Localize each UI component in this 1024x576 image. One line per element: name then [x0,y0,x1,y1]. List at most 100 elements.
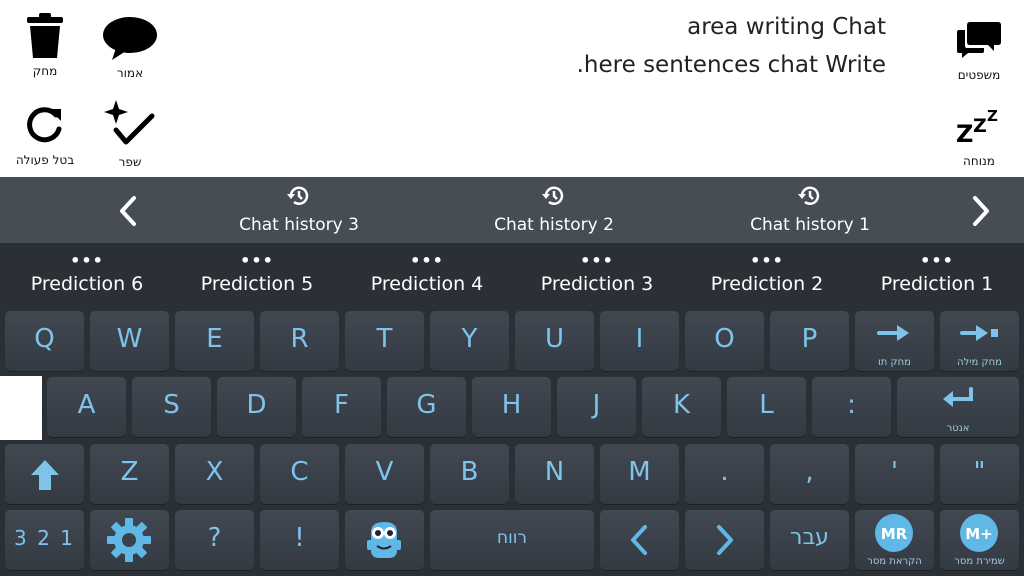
delete-char-key[interactable]: מחק תו [855,311,934,371]
key-a[interactable]: A [47,377,126,437]
svg-text:Z: Z [987,107,998,125]
key-x[interactable]: X [175,444,254,504]
prediction-3[interactable]: ••• Prediction 3 [512,251,682,296]
history-item-1[interactable]: Chat history 1 [710,183,910,235]
mascot-key[interactable] [345,510,424,570]
prediction-1[interactable]: ••• Prediction 1 [852,251,1022,296]
history-clock-icon [287,186,309,205]
key-z[interactable]: Z [90,444,169,504]
prediction-2[interactable]: ••• Prediction 2 [682,251,852,296]
space-key[interactable]: רווח [430,510,594,570]
read-message-key[interactable]: MR הקראת מסר [855,510,934,570]
history-clock-icon [798,186,820,205]
key-v[interactable]: V [345,444,424,504]
trash-icon [27,13,63,58]
rest-button[interactable]: Z Z Z מנוחה [939,106,1019,168]
improve-button[interactable]: שפר [90,98,170,169]
key-m[interactable]: M [600,444,679,504]
svg-text:Z: Z [973,115,987,137]
rest-label: מנוחה [963,154,995,168]
key-g[interactable]: G [387,377,466,437]
key-i[interactable]: I [600,311,679,371]
delete-word-key[interactable]: מחק מילה [940,311,1019,371]
chevron-right-icon [973,196,989,226]
say-label: אמור [116,66,144,80]
shift-arrow-icon [31,460,59,490]
key-o[interactable]: O [685,311,764,371]
owl-mascot-icon [367,522,401,558]
sentences-button[interactable]: משפטים [939,20,1019,82]
key-l[interactable]: L [727,377,806,437]
mr-circle-icon: MR [875,514,913,552]
more-dots-icon: ••• [410,251,444,270]
key-colon[interactable]: : [812,377,891,437]
prediction-5[interactable]: ••• Prediction 5 [172,253,342,296]
key-s[interactable]: S [132,377,211,437]
settings-key[interactable] [90,510,169,570]
selection-highlight [0,376,42,440]
delete-label: מחק [32,64,58,78]
cursor-left-key[interactable] [600,510,679,570]
key-d[interactable]: D [217,377,296,437]
sentences-label: משפטים [957,68,1001,82]
key-t[interactable]: T [345,311,424,371]
enter-key[interactable]: אנטר [897,377,1019,437]
chat-line-1: area writing Chat [687,14,886,40]
key-quote[interactable]: " [940,444,1019,504]
chat-history-bar: Chat history 3 Chat history 2 Chat histo… [0,177,1024,243]
chevron-left-icon [120,196,136,226]
speech-bubble-icon [103,17,157,60]
key-j[interactable]: J [557,377,636,437]
delete-button[interactable]: מחק [5,12,85,78]
history-clock-icon [542,186,564,205]
key-period[interactable]: . [685,444,764,504]
history-prev-button[interactable] [116,194,140,232]
chat-bubbles-icon [957,22,1001,58]
key-y[interactable]: Y [430,311,509,371]
save-message-key[interactable]: M+ שמירת מסר [940,510,1019,570]
chat-writing-area[interactable]: area writing Chat .here sentences chat W… [326,8,886,84]
history-item-3[interactable]: Chat history 3 [199,183,399,235]
key-b[interactable]: B [430,444,509,504]
history-next-button[interactable] [969,194,993,232]
more-dots-icon: ••• [750,251,784,270]
key-h[interactable]: H [472,377,551,437]
enter-arrow-icon [943,387,973,407]
exclaim-key[interactable]: ! [260,510,339,570]
key-c[interactable]: C [260,444,339,504]
key-w[interactable]: W [90,311,169,371]
arrow-right-bar-icon [960,325,998,341]
history-label: Chat history 3 [239,215,359,235]
m-plus-circle-icon: M+ [960,514,998,552]
key-q[interactable]: Q [5,311,84,371]
prediction-4[interactable]: ••• Prediction 4 [342,251,512,296]
top-panel: מחק אמור בטל פעולה שפר area writing Chat… [0,0,1024,177]
key-apostrophe[interactable]: ' [855,444,934,504]
gear-icon [107,518,151,562]
key-k[interactable]: K [642,377,721,437]
key-comma[interactable]: , [770,444,849,504]
key-e[interactable]: E [175,311,254,371]
language-key[interactable]: עבר [770,510,849,570]
more-dots-icon: ••• [920,251,954,270]
history-item-2[interactable]: Chat history 2 [454,183,654,235]
question-key[interactable]: ? [175,510,254,570]
arrow-right-icon [877,325,909,341]
numbers-key[interactable]: 3 2 1 [5,510,84,570]
chevron-left-icon [631,525,647,555]
say-button[interactable]: אמור [90,16,170,80]
key-r[interactable]: R [260,311,339,371]
prediction-6[interactable]: ••• Prediction 6 [2,251,172,296]
more-dots-icon: ••• [580,251,614,270]
undo-arrow-icon [27,107,62,143]
key-p[interactable]: P [770,311,849,371]
key-u[interactable]: U [515,311,594,371]
improve-label: שפר [118,155,142,169]
cursor-right-key[interactable] [685,510,764,570]
chevron-right-icon [717,525,733,555]
key-n[interactable]: N [515,444,594,504]
undo-button[interactable]: בטל פעולה [5,103,85,167]
more-dots-icon: ••• [70,251,104,270]
shift-key[interactable] [5,444,84,504]
key-f[interactable]: F [302,377,381,437]
